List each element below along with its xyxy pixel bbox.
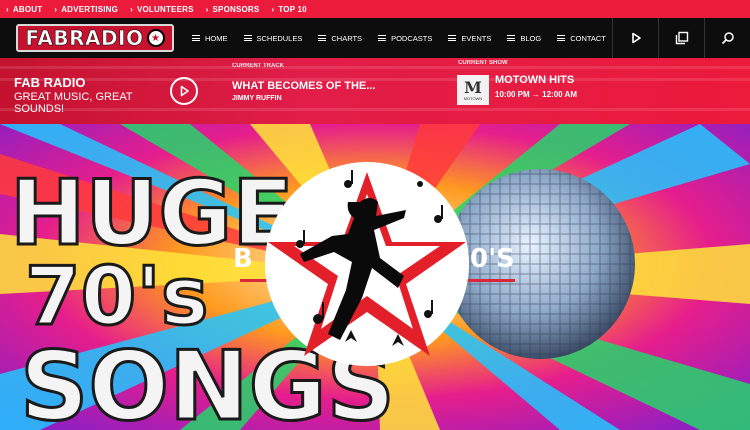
nav-item-label: SCHEDULES [256, 33, 303, 43]
menu-lines-icon [507, 35, 516, 41]
top-link-label: SPONSORS [212, 4, 260, 14]
nav-item-home[interactable]: HOME [192, 34, 228, 43]
chevron-right-icon: › [6, 4, 9, 14]
top-link-top10[interactable]: › TOP 10 [271, 5, 306, 14]
hero-overlay-text-right: 0'S [470, 244, 515, 274]
arrow-right-icon: → [531, 90, 543, 99]
nav-play-button[interactable] [612, 18, 658, 58]
nav-item-blog[interactable]: BLOG [507, 34, 541, 43]
player-play-button[interactable] [170, 77, 198, 105]
show-thumb-text: MOTOWN [463, 95, 483, 101]
menu-lines-icon [448, 35, 457, 41]
top-links-bar: › ABOUT › ADVERTISING › VOLUNTEERS › SPONSOR… [0, 0, 750, 18]
nav-item-label: BLOG [520, 33, 542, 43]
top-link-advertising[interactable]: › ADVERTISING [54, 5, 118, 14]
station-tagline: GREAT MUSIC, GREAT SOUNDS! [14, 91, 133, 115]
top-link-label: VOLUNTEERS [136, 4, 194, 14]
current-track-title: WHAT BECOMES OF THE... [232, 80, 376, 92]
menu-lines-icon [192, 35, 200, 41]
hero-overlay-text-left: B [233, 244, 253, 274]
nav-item-events[interactable]: EVENTS [448, 34, 491, 43]
chevron-right-icon: › [54, 4, 58, 14]
hero-banner: HUGE 70's SONGS B 0'S [0, 124, 750, 430]
logo-badge-icon: ★ [146, 29, 165, 47]
nav-item-label: CHARTS [331, 33, 363, 43]
search-icon [721, 32, 734, 45]
site-logo[interactable]: FABRADIO ★ [16, 24, 174, 52]
top-link-sponsors[interactable]: › SPONSORS [206, 5, 260, 14]
current-show-label: CURRENT SHOW [458, 60, 508, 66]
logo-text: FABRADIO [25, 26, 144, 51]
chevron-right-icon: › [205, 4, 209, 14]
menu-lines-icon [557, 35, 566, 41]
nav-item-contact[interactable]: CONTACT [557, 34, 606, 43]
nav-item-label: PODCASTS [391, 33, 433, 43]
play-icon [631, 32, 641, 44]
dancer-badge [265, 162, 469, 366]
nav-item-label: HOME [205, 33, 228, 43]
chevron-right-icon: › [130, 4, 133, 14]
current-track-artist: JIMMY RUFFIN [232, 95, 282, 102]
show-thumbnail[interactable]: M MOTOWN [457, 75, 489, 105]
top-link-label: TOP 10 [278, 4, 307, 14]
main-nav: FABRADIO ★ HOME SCHEDULES CHARTS PODCAST… [0, 18, 750, 58]
show-thumb-letter: M [464, 77, 482, 97]
decorative-stripe [0, 66, 750, 69]
play-icon [180, 85, 189, 97]
nav-item-charts[interactable]: CHARTS [318, 34, 362, 43]
current-show-time: 10:00 PM → 12:00 AM [495, 90, 577, 99]
station-title: FAB RADIO [14, 75, 86, 90]
now-playing-bar: FAB RADIO GREAT MUSIC, GREAT SOUNDS! CUR… [0, 58, 750, 124]
nav-actions [612, 18, 750, 58]
nav-item-schedules[interactable]: SCHEDULES [243, 33, 303, 43]
menu-lines-icon [378, 35, 387, 41]
show-start-time: 10:00 PM [495, 90, 530, 99]
popup-window-icon [675, 31, 688, 45]
nav-item-podcasts[interactable]: PODCASTS [378, 34, 432, 43]
top-link-label: ABOUT [12, 4, 43, 14]
top-link-about[interactable]: › ABOUT [6, 5, 42, 14]
menu-lines-icon [243, 35, 252, 41]
chevron-right-icon: › [271, 4, 275, 14]
show-end-time: 12:00 AM [542, 90, 577, 99]
hero-artwork: HUGE 70's SONGS B 0'S [0, 124, 750, 430]
current-track-label: CURRENT TRACK [232, 63, 284, 69]
nav-menu: HOME SCHEDULES CHARTS PODCASTS EVENTS BL… [192, 18, 622, 58]
nav-popup-button[interactable] [658, 18, 704, 58]
menu-lines-icon [318, 35, 327, 41]
nav-item-label: EVENTS [461, 33, 492, 43]
top-link-volunteers[interactable]: › VOLUNTEERS [130, 5, 194, 14]
current-show-title[interactable]: MOTOWN HITS [495, 74, 574, 86]
nav-search-button[interactable] [704, 18, 750, 58]
top-link-label: ADVERTISING [61, 4, 119, 14]
hero-text-70s: 70's [25, 250, 208, 343]
nav-item-label: CONTACT [570, 33, 606, 43]
